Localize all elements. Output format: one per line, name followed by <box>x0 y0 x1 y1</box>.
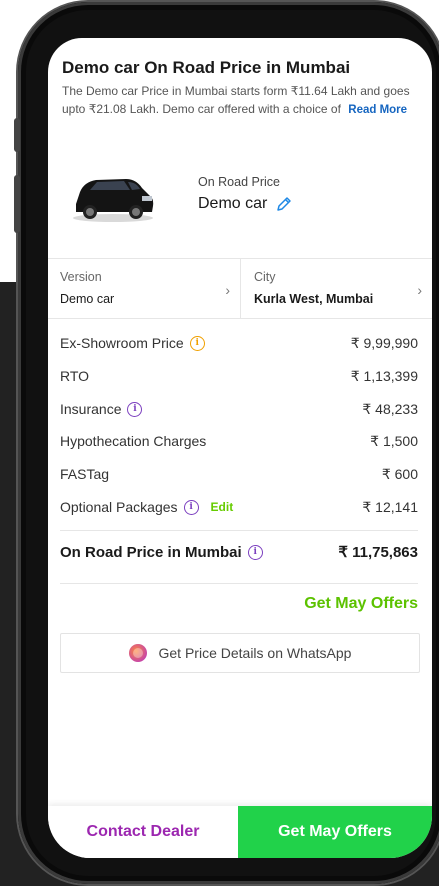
car-image <box>73 179 154 222</box>
price-row-value: ₹ 1,500 <box>370 432 418 449</box>
version-selector[interactable]: Version Demo car › <box>60 258 240 318</box>
phone-screen: Demo car On Road Price in Mumbai The Dem… <box>48 38 432 858</box>
city-label: City <box>254 270 276 284</box>
total-label: On Road Price in Mumbai <box>60 543 242 561</box>
price-row-label: RTO <box>60 368 90 384</box>
car-name-text: Demo car <box>198 195 268 212</box>
chevron-right-icon: › <box>225 282 230 298</box>
whatsapp-button[interactable]: Get Price Details on WhatsApp <box>60 633 420 673</box>
contact-dealer-button[interactable]: Contact Dealer <box>48 806 238 858</box>
price-description: The Demo car Price in Mumbai starts form… <box>62 82 422 119</box>
read-more-link[interactable]: Read More <box>348 104 407 116</box>
divider <box>48 318 432 319</box>
phone-side-button <box>14 118 20 152</box>
bottom-action-bar: Contact Dealer Get May Offers <box>48 806 432 858</box>
total-row: On Road Price in Mumbai i ₹ 11,75,863 <box>60 543 418 562</box>
total-value: ₹ 11,75,863 <box>338 544 418 561</box>
price-row-value: ₹ 9,99,990 <box>350 334 418 351</box>
divider <box>240 258 241 318</box>
city-selector[interactable]: City Kurla West, Mumbai › <box>254 258 432 318</box>
price-row-fastag: FASTag ₹ 600 <box>60 460 418 488</box>
price-row-label: FASTag <box>60 466 110 482</box>
divider <box>60 530 418 531</box>
price-row-label: Hypothecation Charges <box>60 433 207 449</box>
car-name: Demo car <box>198 195 293 213</box>
phone-side-button <box>14 175 20 233</box>
price-row-label: Ex-Showroom Price <box>60 335 184 351</box>
price-row-insurance: Insurance i ₹ 48,233 <box>60 395 418 423</box>
info-icon[interactable]: i <box>127 401 143 417</box>
page-title: Demo car On Road Price in Mumbai <box>62 58 351 77</box>
price-row-value: ₹ 1,13,399 <box>350 367 418 384</box>
price-row-value: ₹ 600 <box>381 465 418 482</box>
city-value: Kurla West, Mumbai <box>254 292 374 306</box>
price-row-value: ₹ 48,233 <box>362 400 418 417</box>
divider <box>60 583 418 584</box>
price-row-value: ₹ 12,141 <box>362 498 418 515</box>
price-row-optional-packages: Optional Packages i Edit ₹ 12,141 <box>60 493 418 521</box>
price-row-ex-showroom: Ex-Showroom Price i ₹ 9,99,990 <box>60 329 418 357</box>
info-icon[interactable]: i <box>247 544 263 560</box>
price-row-rto: RTO ₹ 1,13,399 <box>60 362 418 390</box>
price-row-hypothecation: Hypothecation Charges ₹ 1,500 <box>60 427 418 455</box>
version-value: Demo car <box>60 292 115 306</box>
info-icon[interactable]: i <box>189 335 205 351</box>
edit-packages-button[interactable]: Edit <box>211 500 234 514</box>
pencil-icon[interactable] <box>275 195 293 213</box>
whatsapp-icon <box>128 644 147 662</box>
on-road-price-label: On Road Price <box>198 175 280 189</box>
whatsapp-button-label: Get Price Details on WhatsApp <box>158 645 352 661</box>
chevron-right-icon: › <box>417 282 422 298</box>
info-icon[interactable]: i <box>183 499 199 515</box>
version-label: Version <box>60 270 102 284</box>
get-offers-link[interactable]: Get May Offers <box>304 595 418 613</box>
price-row-label: Optional Packages <box>60 499 178 515</box>
get-offers-button[interactable]: Get May Offers <box>238 806 432 858</box>
price-row-label: Insurance <box>60 401 122 417</box>
